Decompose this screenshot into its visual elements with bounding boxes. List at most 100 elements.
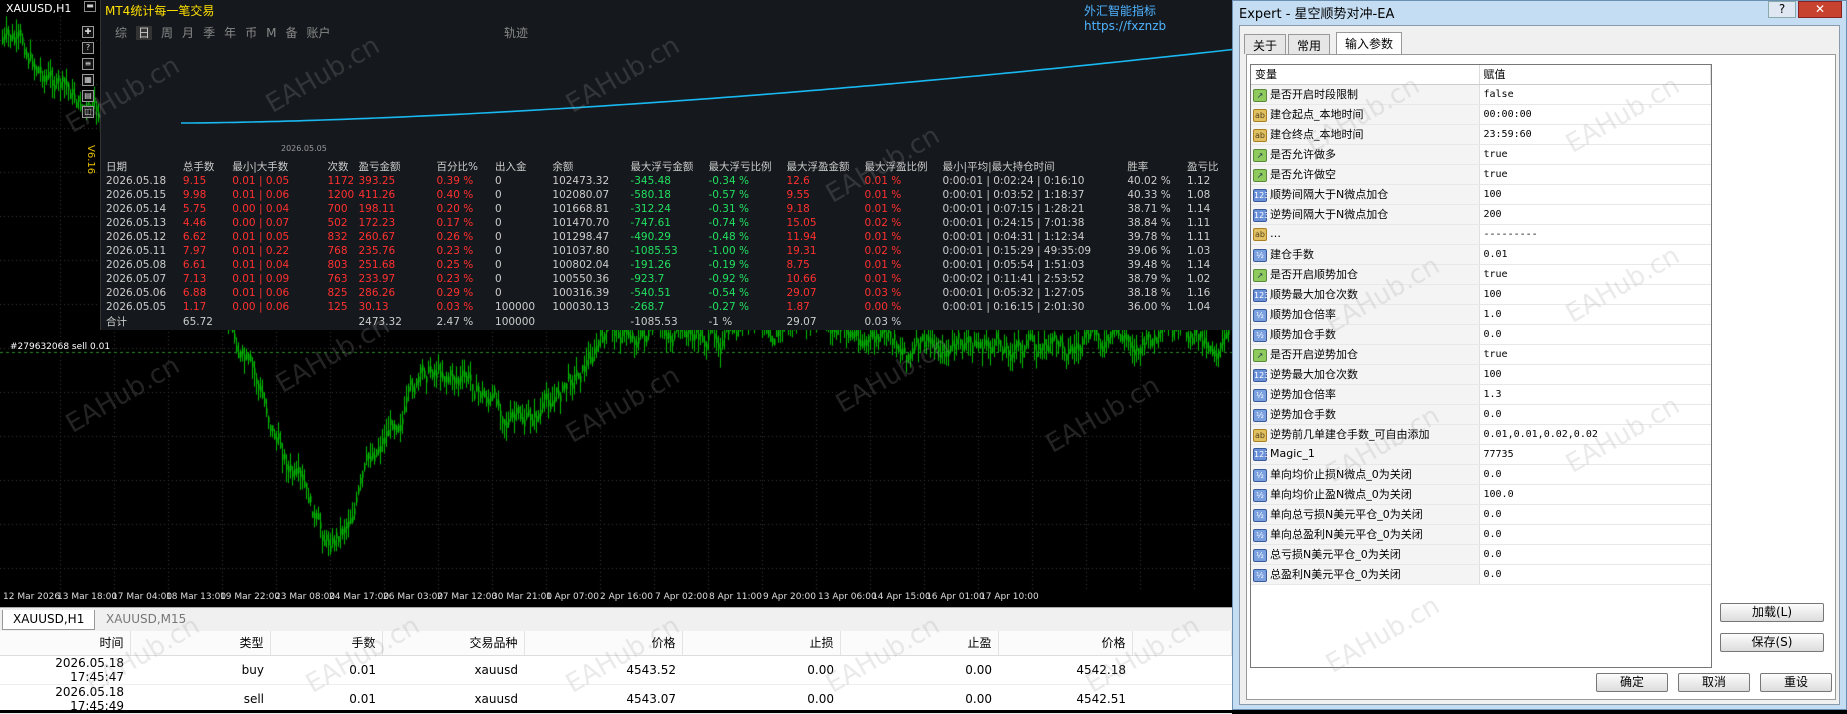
stats-tab-4[interactable]: 季 [203,26,215,40]
tab-about[interactable]: 关于 [1244,34,1287,54]
param-row[interactable]: ½ 建仓手数 0.01 [1251,244,1711,265]
stats-tab-6[interactable]: 币 [245,26,257,40]
help-icon[interactable]: ? [82,42,94,54]
param-value[interactable]: false [1479,84,1711,105]
param-value[interactable]: 0.01 [1479,244,1711,265]
ok-button[interactable]: 确定 [1596,673,1668,692]
param-row[interactable]: 123顺势最大加仓次数 100 [1251,284,1711,305]
param-row[interactable]: ½ 总盈利N美元平仓_0为关闭 0.0 [1251,564,1711,585]
param-name-cell[interactable]: ½ 逆势加仓倍率 [1251,384,1480,405]
param-name-cell[interactable]: ab 建仓起点_本地时间 [1251,104,1480,125]
param-name-cell[interactable]: 123Magic_1 [1251,444,1480,465]
col-symbol[interactable]: 交易品种 [382,631,525,656]
param-value[interactable]: 100 [1479,284,1711,305]
param-value[interactable]: 0.0 [1479,404,1711,425]
param-row[interactable]: ½ 逆势加仓倍率 1.3 [1251,384,1711,405]
param-row[interactable]: 123逆势最大加仓次数 100 [1251,364,1711,385]
stats-tab-0[interactable]: 综 [115,26,127,40]
col-take-profit[interactable]: 止盈 [840,631,999,656]
col-price[interactable]: 价格 [524,631,683,656]
param-row[interactable]: ½ 单向均价止盈N微点_0为关闭 100.0 [1251,484,1711,505]
param-row[interactable]: 123逆势间隔大于N微点加仓 200 [1251,204,1711,225]
param-value[interactable]: 0.0 [1479,564,1711,585]
tab-xauusd-m15[interactable]: XAUUSD,M15 [96,610,196,630]
param-value[interactable]: 100 [1479,364,1711,385]
cancel-button[interactable]: 取消 [1678,673,1750,692]
trade-row[interactable]: 2026.05.18 17:45:49 sell 0.01 xauusd 4543.07… [0,684,1232,714]
param-name-cell[interactable]: 123逆势最大加仓次数 [1251,364,1480,385]
param-value[interactable]: --------- [1479,224,1711,245]
param-row[interactable]: ½ 总亏损N美元平仓_0为关闭 0.0 [1251,544,1711,565]
param-value[interactable]: true [1479,264,1711,285]
trade-row[interactable]: 2026.05.18 17:45:47 buy 0.01 xauusd 4543.52 0… [0,655,1232,685]
param-row[interactable]: ↗ 是否开启时段限制 false [1251,84,1711,105]
tab-inputs[interactable]: 输入参数 [1336,32,1403,55]
chart-minimize-button[interactable]: ▬ [84,1,96,12]
param-name-cell[interactable]: ½ 总盈利N美元平仓_0为关闭 [1251,564,1480,585]
stats-tab-8[interactable]: 备 [285,26,297,40]
param-value[interactable]: 1.3 [1479,384,1711,405]
param-name-cell[interactable]: ↗ 是否开启逆势加仓 [1251,344,1480,365]
col-value[interactable]: 赋值 [1479,65,1711,85]
param-row[interactable]: ½ 逆势加仓手数 0.0 [1251,404,1711,425]
stats-tab-9[interactable]: 账户 [306,26,330,40]
param-name-cell[interactable]: 123顺势最大加仓次数 [1251,284,1480,305]
param-row[interactable]: ↗ 是否开启顺势加仓 true [1251,264,1711,285]
param-value[interactable]: 100.0 [1479,484,1711,505]
track-label[interactable]: 轨迹 [504,24,528,41]
param-row[interactable]: ½ 单向总亏损N美元平仓_0为关闭 0.0 [1251,504,1711,525]
input-params-grid[interactable]: 变量 赋值 ↗ 是否开启时段限制 false ab 建仓起点_本地时间 00:00:00 a… [1250,64,1712,668]
param-row[interactable]: 123Magic_1 77735 [1251,444,1711,465]
param-name-cell[interactable]: ↗ 是否开启顺势加仓 [1251,264,1480,285]
param-name-cell[interactable]: ½ 建仓手数 [1251,244,1480,265]
param-value[interactable]: 0.0 [1479,464,1711,485]
param-row[interactable]: ½ 单向总盈利N美元平仓_0为关闭 0.0 [1251,524,1711,545]
param-row[interactable]: 123顺势间隔大于N微点加仓 100 [1251,184,1711,205]
price-chart[interactable]: XAUUSD,H1 ▬ ✚ ? ≡ ▦ ▤ ◫ V6.16 #279632068… [0,0,1232,607]
crosshair-icon[interactable]: ✚ [82,26,94,38]
param-row[interactable]: ½ 顺势加仓倍率 1.0 [1251,304,1711,325]
param-row[interactable]: ab… --------- [1251,224,1711,245]
param-name-cell[interactable]: 123顺势间隔大于N微点加仓 [1251,184,1480,205]
window-icon[interactable]: ◫ [82,106,94,118]
stats-tab-3[interactable]: 月 [182,26,194,40]
col-stop-loss[interactable]: 止损 [682,631,841,656]
param-value[interactable]: 0.0 [1479,524,1711,545]
param-row[interactable]: ab 建仓终点_本地时间 23:59:60 [1251,124,1711,145]
param-row[interactable]: ab 建仓起点_本地时间 00:00:00 [1251,104,1711,125]
stats-tab-7[interactable]: M [266,26,276,40]
param-name-cell[interactable]: ½ 单向总盈利N美元平仓_0为关闭 [1251,524,1480,545]
save-button[interactable]: 保存(S) [1720,633,1824,652]
param-name-cell[interactable]: ½ 总亏损N美元平仓_0为关闭 [1251,544,1480,565]
param-row[interactable]: ab 逆势前几单建仓手数_可自由添加 0.01,0.01,0.02,0.02 [1251,424,1711,445]
param-value[interactable]: 1.0 [1479,304,1711,325]
param-name-cell[interactable]: ab 逆势前几单建仓手数_可自由添加 [1251,424,1480,445]
param-value[interactable]: 200 [1479,204,1711,225]
param-row[interactable]: ½ 顺势加仓手数 0.0 [1251,324,1711,345]
param-value[interactable]: 100 [1479,184,1711,205]
param-row[interactable]: ½ 单向均价止损N微点_0为关闭 0.0 [1251,464,1711,485]
param-value[interactable]: 77735 [1479,444,1711,465]
param-name-cell[interactable]: ½ 顺势加仓手数 [1251,324,1480,345]
param-value[interactable]: 0.0 [1479,504,1711,525]
col-variable[interactable]: 变量 [1251,65,1480,85]
tab-common[interactable]: 常用 [1288,34,1331,54]
param-name-cell[interactable]: ↗ 是否允许做多 [1251,144,1480,165]
param-value[interactable]: 0.01,0.01,0.02,0.02 [1479,424,1711,445]
param-name-cell[interactable]: ↗ 是否允许做空 [1251,164,1480,185]
load-button[interactable]: 加载(L) [1720,603,1824,622]
param-name-cell[interactable]: ½ 单向均价止盈N微点_0为关闭 [1251,484,1480,505]
stats-tab-1[interactable]: 日 [136,26,153,40]
param-value[interactable]: 00:00:00 [1479,104,1711,125]
param-row[interactable]: ↗ 是否开启逆势加仓 true [1251,344,1711,365]
col-current-price[interactable]: 价格 [998,631,1133,656]
param-value[interactable]: true [1479,344,1711,365]
param-value[interactable]: true [1479,144,1711,165]
reset-button[interactable]: 重设 [1760,673,1832,692]
param-name-cell[interactable]: 123逆势间隔大于N微点加仓 [1251,204,1480,225]
param-name-cell[interactable]: ab… [1251,224,1480,245]
grid-icon[interactable]: ▦ [82,74,94,86]
param-name-cell[interactable]: ab 建仓终点_本地时间 [1251,124,1480,145]
param-name-cell[interactable]: ½ 逆势加仓手数 [1251,404,1480,425]
param-value[interactable]: 0.0 [1479,544,1711,565]
